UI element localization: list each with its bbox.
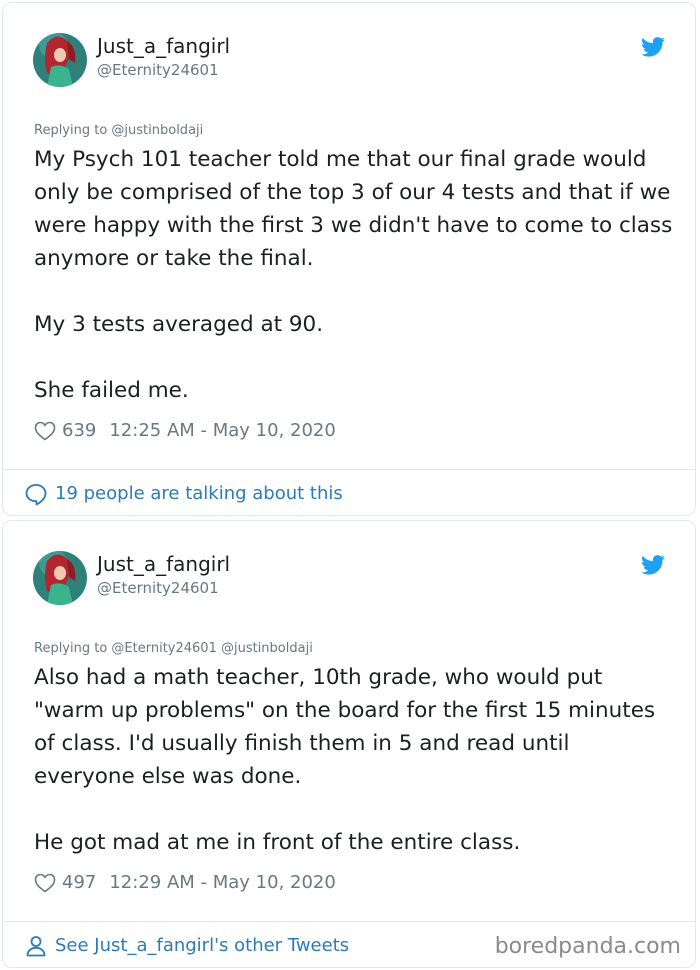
replying-to[interactable]: Replying to @Eternity24601 @justinboldaj…	[34, 640, 313, 658]
speech-bubble-icon	[24, 482, 48, 506]
tweet-text: My Psych 101 teacher told me that our fi…	[34, 143, 674, 407]
watermark: boredpanda.com	[494, 934, 681, 959]
divider	[3, 469, 695, 470]
tweet-paragraph: Also had a math teacher, 10th grade, who…	[34, 665, 656, 789]
author-name[interactable]: Just_a_fangirl	[97, 551, 230, 577]
other-tweets-link-label[interactable]: See Just_a_fangirl's other Tweets	[55, 934, 349, 958]
divider	[3, 921, 695, 922]
tweet-card: Just_a_fangirl @Eternity24601 Replying t…	[2, 520, 696, 968]
twitter-bird-icon[interactable]	[641, 555, 665, 575]
avatar[interactable]	[33, 33, 87, 87]
tweet-timestamp[interactable]: 12:29 AM - May 10, 2020	[109, 871, 335, 895]
tweet-paragraph: My Psych 101 teacher told me that our fi…	[34, 147, 673, 271]
tweet-paragraph: He got mad at me in front of the entire …	[34, 830, 521, 855]
tweet-card: Just_a_fangirl @Eternity24601 Replying t…	[2, 2, 696, 516]
like-count[interactable]: 497	[62, 871, 96, 895]
like-count[interactable]: 639	[62, 419, 96, 443]
person-icon	[24, 934, 48, 958]
heart-icon[interactable]	[34, 421, 56, 441]
tweet-paragraph: My 3 tests averaged at 90.	[34, 312, 324, 337]
author-name[interactable]: Just_a_fangirl	[97, 33, 230, 59]
conversation-link-label[interactable]: 19 people are talking about this	[55, 482, 343, 506]
tweet-meta: 497 12:29 AM - May 10, 2020	[34, 871, 336, 895]
twitter-bird-icon[interactable]	[641, 37, 665, 57]
tweet-text: Also had a math teacher, 10th grade, who…	[34, 661, 674, 859]
other-tweets-link[interactable]: See Just_a_fangirl's other Tweets	[24, 934, 349, 958]
tweet-paragraph: She failed me.	[34, 378, 189, 403]
avatar[interactable]	[33, 551, 87, 605]
replying-to[interactable]: Replying to @justinboldaji	[34, 122, 203, 140]
heart-icon[interactable]	[34, 873, 56, 893]
tweet-timestamp[interactable]: 12:25 AM - May 10, 2020	[109, 419, 335, 443]
author-handle[interactable]: @Eternity24601	[97, 578, 219, 598]
tweet-meta: 639 12:25 AM - May 10, 2020	[34, 419, 336, 443]
conversation-link[interactable]: 19 people are talking about this	[24, 482, 343, 506]
author-handle[interactable]: @Eternity24601	[97, 60, 219, 80]
